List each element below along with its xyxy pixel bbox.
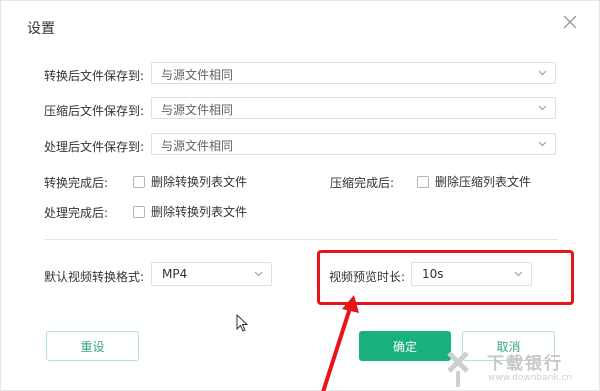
ok-button[interactable]: 确定: [359, 331, 451, 361]
process-save-label: 处理后文件保存到:: [44, 140, 145, 154]
section-divider: [44, 239, 558, 240]
process-save-select[interactable]: 与源文件相同: [151, 133, 556, 155]
convert-save-value: 与源文件相同: [161, 68, 234, 82]
settings-dialog: 设置 转换后文件保存到: 与源文件相同 压缩后文件保存到: 与源文件相同 处理后…: [0, 0, 600, 391]
watermark-name: 下载银行: [487, 354, 563, 374]
after-process-label: 处理完成后:: [44, 206, 109, 220]
default-format-value: MP4: [162, 267, 188, 281]
chevron-down-icon: [538, 141, 547, 147]
delete-convert-list-label: 删除转换列表文件: [151, 175, 248, 189]
convert-save-select[interactable]: 与源文件相同: [151, 62, 556, 84]
chevron-down-icon: [254, 271, 263, 277]
reset-button[interactable]: 重设: [46, 331, 139, 361]
delete-compress-list-label: 删除压缩列表文件: [435, 175, 532, 189]
close-icon[interactable]: [562, 14, 578, 30]
chevron-down-icon: [538, 105, 547, 111]
compress-save-value: 与源文件相同: [161, 103, 234, 117]
default-format-select[interactable]: MP4: [151, 262, 272, 286]
delete-process-list-checkbox[interactable]: [133, 205, 145, 218]
after-convert-label: 转换完成后:: [44, 176, 109, 190]
default-format-label: 默认视频转换格式:: [44, 270, 145, 284]
after-process-option[interactable]: 删除转换列表文件: [133, 203, 247, 220]
dialog-title: 设置: [27, 21, 55, 37]
compress-save-select[interactable]: 与源文件相同: [151, 97, 556, 119]
convert-save-label: 转换后文件保存到:: [44, 69, 145, 83]
process-save-value: 与源文件相同: [161, 139, 234, 153]
watermark-url: www.downbank.cn: [488, 373, 573, 383]
chevron-down-icon: [538, 70, 547, 76]
after-compress-option[interactable]: 删除压缩列表文件: [417, 173, 531, 190]
delete-process-list-label: 删除转换列表文件: [151, 205, 248, 219]
delete-convert-list-checkbox[interactable]: [133, 175, 145, 188]
mouse-pointer-icon: [236, 314, 249, 332]
compress-save-label: 压缩后文件保存到:: [44, 104, 145, 118]
delete-compress-list-checkbox[interactable]: [417, 175, 429, 188]
after-compress-label: 压缩完成后:: [330, 176, 395, 190]
annotation-arrow-icon: [321, 295, 359, 391]
after-convert-option[interactable]: 删除转换列表文件: [133, 173, 247, 190]
